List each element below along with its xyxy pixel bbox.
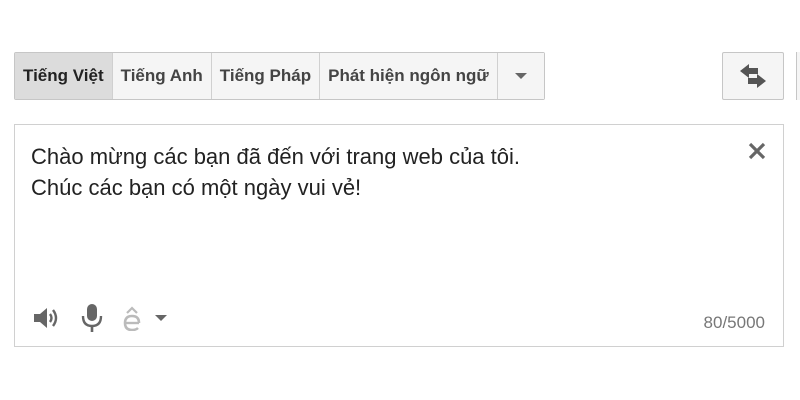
speaker-icon <box>34 308 58 328</box>
input-tools-button[interactable] <box>117 303 147 333</box>
tab-vietnamese[interactable]: Tiếng Việt <box>15 53 113 99</box>
more-languages-button[interactable] <box>497 53 544 99</box>
source-language-bar: Tiếng Việt Tiếng Anh Tiếng Pháp Phát hiệ… <box>14 52 545 100</box>
source-text-line: Chúc các bạn có một ngày vui vẻ! <box>31 175 362 200</box>
listen-button[interactable] <box>29 303 63 333</box>
clear-text-button[interactable] <box>745 139 769 163</box>
chevron-down-icon <box>155 315 167 321</box>
target-language-bar-edge <box>796 52 800 100</box>
swap-languages-button[interactable] <box>722 52 784 100</box>
tab-detect-language[interactable]: Phát hiện ngôn ngữ <box>320 53 498 99</box>
tab-english[interactable]: Tiếng Anh <box>112 53 212 99</box>
tab-french[interactable]: Tiếng Pháp <box>211 53 321 99</box>
source-text-area[interactable]: Chào mừng các bạn đã đến với trang web c… <box>14 124 784 347</box>
close-icon <box>748 142 766 160</box>
chevron-down-icon <box>514 73 527 79</box>
input-tools-icon <box>123 306 141 331</box>
voice-input-button[interactable] <box>75 303 109 333</box>
source-toolbar <box>29 303 171 333</box>
swap-languages-icon <box>740 64 766 88</box>
source-text-line: Chào mừng các bạn đã đến với trang web c… <box>31 144 520 169</box>
character-count: 80/5000 <box>703 313 765 332</box>
microphone-icon <box>81 304 103 332</box>
input-tools-menu-button[interactable] <box>151 303 171 333</box>
source-text[interactable]: Chào mừng các bạn đã đến với trang web c… <box>31 141 721 203</box>
